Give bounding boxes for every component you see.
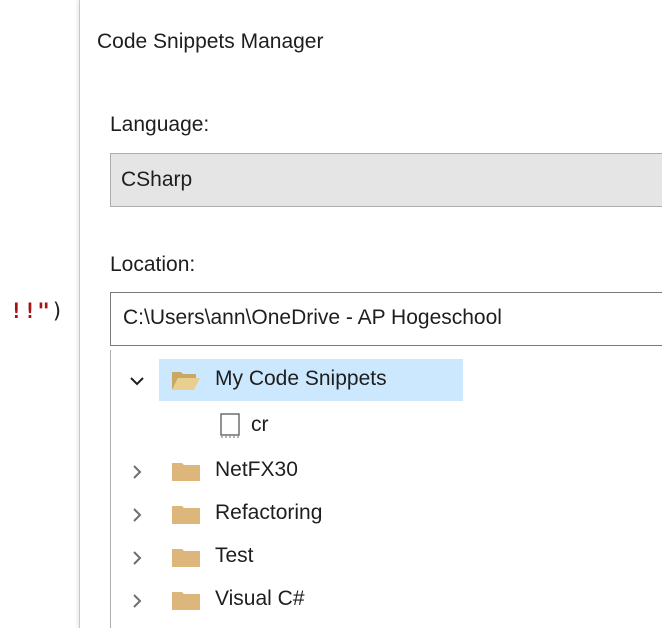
tree-item-netfx30[interactable]: NetFX30 [111, 450, 662, 492]
dialog-title: Code Snippets Manager [97, 30, 324, 53]
code-string-fragment: !!" [10, 299, 51, 323]
location-value: C:\Users\ann\OneDrive - AP Hogeschool [123, 306, 502, 329]
tree-item-label: My Code Snippets [215, 367, 387, 390]
screen: !!") Code Snippets Manager Language: CSh… [0, 0, 662, 628]
chevron-right-icon[interactable] [128, 549, 146, 567]
location-label: Location: [110, 253, 196, 276]
snippets-tree[interactable]: My Code Snippets cr NetFX30 Refactoring … [110, 350, 662, 628]
code-paren: ) [50, 299, 65, 323]
chevron-down-icon[interactable] [128, 372, 146, 390]
chevron-right-icon[interactable] [128, 592, 146, 610]
tree-item-label: cr [251, 413, 269, 436]
folder-icon [172, 463, 200, 481]
language-value: CSharp [121, 168, 193, 191]
file-icon [220, 413, 240, 438]
language-dropdown[interactable]: CSharp [110, 153, 662, 207]
chevron-right-icon[interactable] [128, 463, 146, 481]
chevron-right-icon[interactable] [128, 506, 146, 524]
location-field[interactable]: C:\Users\ann\OneDrive - AP Hogeschool [110, 292, 662, 346]
tree-item-visual-csharp[interactable]: Visual C# [111, 579, 662, 621]
folder-icon [172, 592, 200, 610]
tree-item-my-code-snippets[interactable]: My Code Snippets [111, 359, 662, 401]
folder-icon [172, 506, 200, 524]
tree-item-label: Refactoring [215, 501, 323, 524]
code-editor-background: !!") [0, 0, 80, 628]
tree-item-label: Visual C# [215, 587, 305, 610]
code-snippets-manager-dialog: Code Snippets Manager Language: CSharp L… [79, 0, 662, 628]
folder-icon [172, 549, 200, 567]
folder-open-icon [172, 372, 200, 390]
tree-item-refactoring[interactable]: Refactoring [111, 493, 662, 535]
language-label: Language: [110, 113, 210, 136]
code-fragment: !!") [10, 299, 65, 323]
tree-item-label: Test [215, 544, 254, 567]
tree-item-cr[interactable]: cr [111, 405, 662, 447]
tree-item-test[interactable]: Test [111, 536, 662, 578]
tree-item-label: NetFX30 [215, 458, 298, 481]
